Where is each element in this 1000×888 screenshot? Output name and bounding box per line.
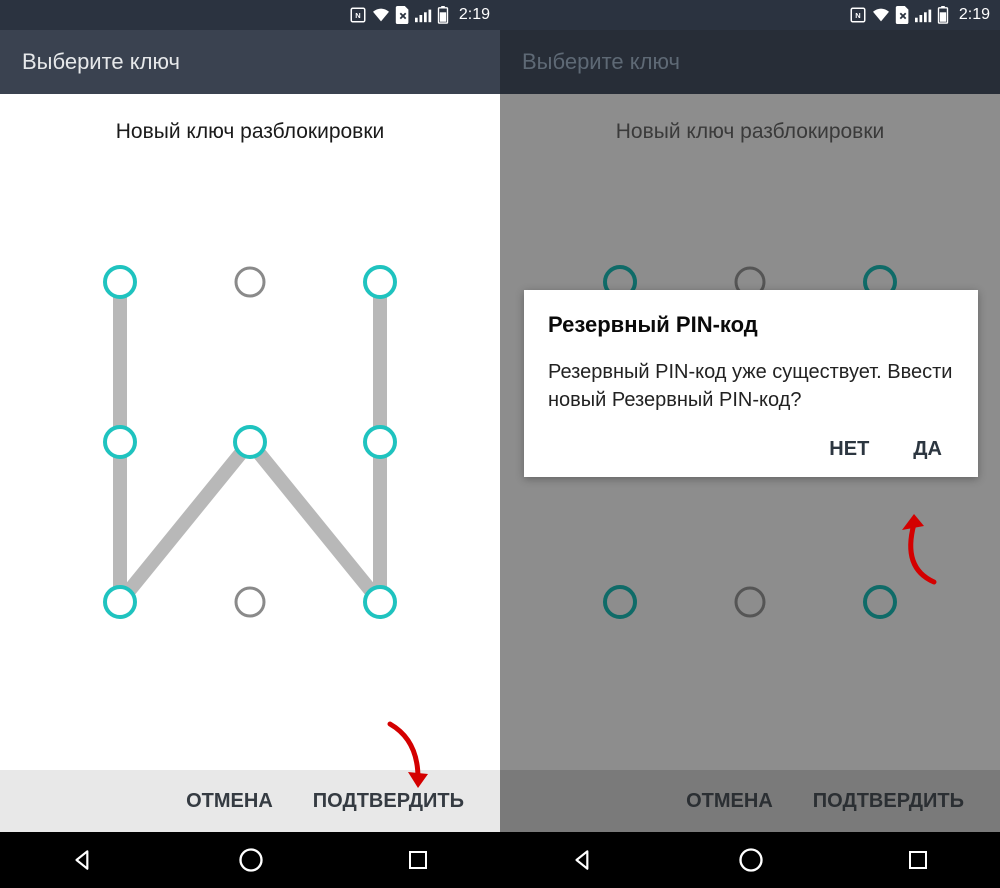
pattern-grid[interactable] xyxy=(0,154,500,770)
pattern-node-5[interactable] xyxy=(365,427,395,457)
svg-text:N: N xyxy=(855,11,860,20)
dialog-title: Резервный PIN-код xyxy=(548,312,954,338)
annotation-arrow-right xyxy=(884,510,954,590)
back-icon[interactable] xyxy=(70,847,96,873)
nav-bar xyxy=(0,832,500,888)
nav-bar xyxy=(500,832,1000,888)
pattern-lock[interactable] xyxy=(0,154,500,770)
instruction-text: Новый ключ разблокировки xyxy=(0,94,500,154)
dialog-no-button[interactable]: НЕТ xyxy=(829,438,869,461)
phone-right: N 2:19 Выберите ключ Новый ключ разблоки… xyxy=(500,0,1000,888)
pattern-node-3[interactable] xyxy=(105,427,135,457)
backup-pin-dialog: Резервный PIN-код Резервный PIN-код уже … xyxy=(524,290,978,477)
status-time: 2:19 xyxy=(459,6,490,24)
pattern-node-1[interactable] xyxy=(236,268,264,296)
signal-icon xyxy=(415,7,433,23)
pattern-node-7[interactable] xyxy=(236,588,264,616)
pattern-node-8[interactable] xyxy=(365,587,395,617)
confirm-button: ПОДТВЕРДИТЬ xyxy=(813,790,964,813)
pattern-node-6[interactable] xyxy=(105,587,135,617)
wifi-icon xyxy=(371,7,391,23)
pattern-node-4[interactable] xyxy=(235,427,265,457)
pattern-node-0[interactable] xyxy=(105,267,135,297)
dialog-message: Резервный PIN-код уже существует. Ввести… xyxy=(548,358,954,414)
battery-icon xyxy=(437,6,449,24)
nfc-icon: N xyxy=(349,6,367,24)
back-icon[interactable] xyxy=(570,847,596,873)
wifi-icon xyxy=(871,7,891,23)
instruction-text: Новый ключ разблокировки xyxy=(500,94,1000,154)
status-bar: N 2:19 xyxy=(500,0,1000,30)
screen-title: Выберите ключ xyxy=(0,30,500,94)
recent-icon[interactable] xyxy=(906,848,930,872)
screen-title: Выберите ключ xyxy=(500,30,1000,94)
sim-x-icon xyxy=(395,6,411,24)
battery-icon xyxy=(937,6,949,24)
cancel-button[interactable]: ОТМЕНА xyxy=(186,790,273,813)
footer-bar: ОТМЕНА ПОДТВЕРДИТЬ xyxy=(500,770,1000,832)
pattern-node-2[interactable] xyxy=(365,267,395,297)
home-icon[interactable] xyxy=(237,846,265,874)
content-area: Новый ключ разблокировки xyxy=(0,94,500,770)
recent-icon[interactable] xyxy=(406,848,430,872)
status-time: 2:19 xyxy=(959,6,990,24)
status-bar: N 2:19 xyxy=(0,0,500,30)
home-icon[interactable] xyxy=(737,846,765,874)
nfc-icon: N xyxy=(849,6,867,24)
annotation-arrow-left xyxy=(378,720,438,800)
phone-left: N 2:19 Выберите ключ Новый ключ разблоки… xyxy=(0,0,500,888)
sim-x-icon xyxy=(895,6,911,24)
cancel-button: ОТМЕНА xyxy=(686,790,773,813)
dialog-yes-button[interactable]: ДА xyxy=(913,438,942,461)
signal-icon xyxy=(915,7,933,23)
svg-text:N: N xyxy=(355,11,360,20)
